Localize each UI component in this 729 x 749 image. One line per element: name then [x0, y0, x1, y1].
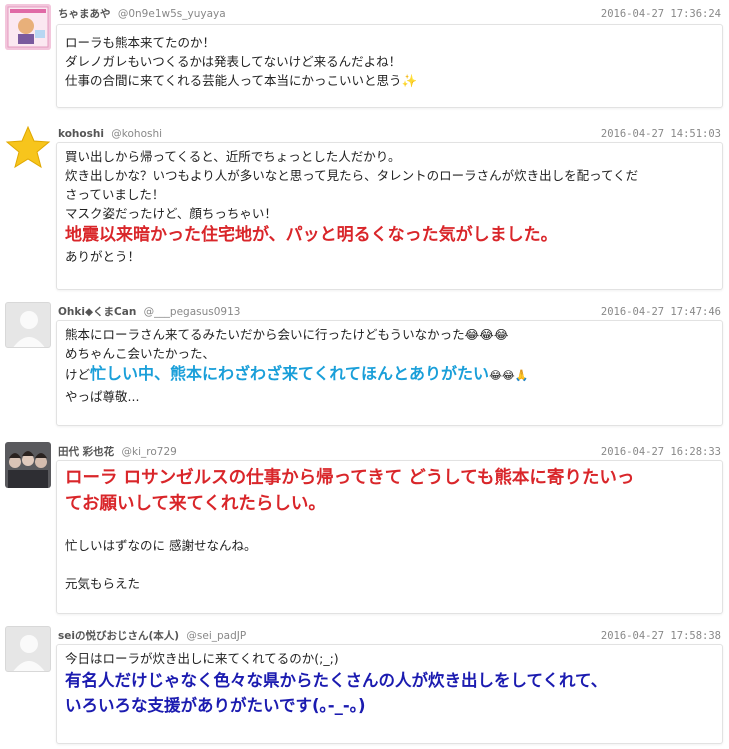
timestamp[interactable]: 2016-04-27 17:58:38	[601, 628, 721, 644]
timestamp[interactable]: 2016-04-27 17:36:24	[601, 6, 721, 22]
user-handle[interactable]: @0n9e1w5s_yuyaya	[118, 8, 226, 20]
tweet-body: 熊本にローラさん来てるみたいだから会いに行ったけどもういなかった😂😂😂 めちゃん…	[56, 320, 723, 426]
emoji-icon: 😂😂🙏	[489, 369, 529, 382]
tweet-line: 熊本にローラさん来てるみたいだから会いに行ったけどもういなかった😂😂😂	[65, 327, 509, 342]
tweet-line: 元気もらえた	[65, 576, 141, 591]
timestamp[interactable]: 2016-04-27 16:28:33	[601, 444, 721, 460]
avatar[interactable]	[5, 442, 51, 488]
highlight-text: いろいろな支援がありがたいです(｡-_-｡)	[65, 696, 366, 715]
tweet-line: マスク姿だったけど、顔ちっちゃい！	[65, 206, 277, 221]
tweet-header: Ohki◆くまCan @___pegasus0913 2016-04-27 17…	[58, 304, 723, 320]
tweet-line: ありがとう！	[65, 249, 141, 264]
tweet-line: 買い出しから帰ってくると、近所でちょっとした人だかり。	[65, 149, 401, 164]
tweet-header: 田代 彩也花 @ki_ro729 2016-04-27 16:28:33	[58, 444, 723, 460]
user-name[interactable]: seiの悦びおじさん(本人)	[58, 630, 179, 642]
avatar[interactable]	[5, 124, 51, 170]
highlight-text: 地震以来暗かった住宅地が、パッと明るくなった気がしました。	[65, 225, 558, 245]
default-avatar-icon	[13, 635, 45, 671]
highlight-text: 有名人だけじゃなく色々な県からたくさんの人が炊き出しをしてくれて、	[65, 671, 608, 690]
default-avatar-icon	[13, 311, 45, 347]
timestamp[interactable]: 2016-04-27 17:47:46	[601, 304, 721, 320]
profile-photo-icon	[5, 4, 51, 50]
user-name[interactable]: kohoshi	[58, 128, 104, 140]
user-handle[interactable]: @ki_ro729	[122, 446, 177, 458]
tweet-line: ダレノガレもいつくるかは発表してないけど来るんだよね！	[65, 54, 402, 69]
avatar[interactable]	[5, 302, 51, 348]
user-handle[interactable]: @kohoshi	[111, 128, 162, 140]
tweet-body: ローラ ロサンゼルスの仕事から帰ってきて どうしても熊本に寄りたいっ てお願いし…	[56, 460, 723, 614]
group-photo-icon	[5, 442, 51, 488]
sparkle-icon: ✨	[401, 73, 418, 88]
user-handle[interactable]: @___pegasus0913	[144, 306, 241, 318]
highlight-text: てお願いして来てくれたらしい。	[65, 494, 326, 514]
star-icon	[5, 125, 51, 169]
user-name[interactable]: ちゃまあや	[58, 8, 111, 20]
tweet-body: ローラも熊本来てたのか！ ダレノガレもいつくるかは発表してないけど来るんだよね！…	[56, 24, 723, 108]
tweet-line: 忙しいはずなのに 感謝せなんね。	[65, 538, 257, 553]
avatar[interactable]	[5, 4, 51, 50]
timestamp[interactable]: 2016-04-27 14:51:03	[601, 126, 721, 142]
tweet-line: さっていました！	[65, 187, 165, 202]
tweet-header: kohoshi @kohoshi 2016-04-27 14:51:03	[58, 126, 723, 142]
user-name[interactable]: Ohki◆くまCan	[58, 306, 136, 318]
tweet-line: 仕事の合間に来てくれる芸能人って本当にかっこいいと思う✨	[65, 73, 418, 88]
tweet-line: やっぱ尊敬...	[65, 389, 140, 404]
tweet-body: 今日はローラが炊き出しに来てくれてるのか(;_;) 有名人だけじゃなく色々な県か…	[56, 644, 723, 744]
highlight-text: ローラ ロサンゼルスの仕事から帰ってきて どうしても熊本に寄りたいっ	[65, 468, 635, 488]
tweet-header: seiの悦びおじさん(本人) @sei_padJP 2016-04-27 17:…	[58, 628, 723, 644]
tweet-header: ちゃまあや @0n9e1w5s_yuyaya 2016-04-27 17:36:…	[58, 6, 723, 22]
user-name[interactable]: 田代 彩也花	[58, 446, 114, 458]
highlight-text: 忙しい中、熊本にわざわざ来てくれてほんとありがたい	[90, 364, 490, 383]
tweet-line: けど忙しい中、熊本にわざわざ来てくれてほんとありがたい😂😂🙏	[65, 364, 529, 383]
tweet-line: 炊き出しかな？いつもより人が多いなと思って見たら、タレントのローラさんが炊き出し…	[65, 168, 639, 183]
tweet-line: 今日はローラが炊き出しに来てくれてるのか(;_;)	[65, 651, 339, 666]
user-handle[interactable]: @sei_padJP	[186, 630, 246, 642]
tweet-line: めちゃんこ会いたかった、	[65, 346, 216, 361]
tweet-body: 買い出しから帰ってくると、近所でちょっとした人だかり。 炊き出しかな？いつもより…	[56, 142, 723, 290]
avatar[interactable]	[5, 626, 51, 672]
tweet-line: ローラも熊本来てたのか！	[65, 35, 216, 50]
